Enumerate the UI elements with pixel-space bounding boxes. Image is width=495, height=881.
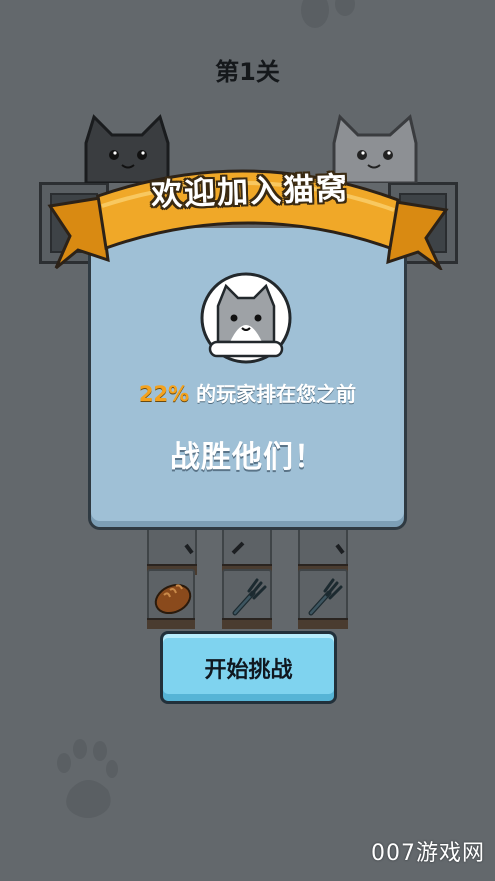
level-title: 第1关 [215,58,280,86]
rank-line: 22% 的玩家排在您之前 [88,378,407,407]
fork-icon [308,578,343,616]
watermark-text: 007游戏网 [371,841,485,866]
rank-percent: 22% [138,382,190,406]
item-tile-fork-1[interactable] [222,569,272,629]
start-challenge-button[interactable]: 开始挑战 [160,631,337,704]
rank-text: 的玩家排在您之前 [196,382,357,406]
cta-text: 战胜他们！ [170,440,325,475]
site-watermark: 007游戏网 [371,835,485,867]
paw-print-decoration-bottom-left [57,739,118,818]
paw-print-decoration-top-right [301,0,355,28]
item-tile-fork-2[interactable] [298,569,348,629]
banner-title: 欢迎加入猫窝 [150,170,350,214]
fork-icon [232,578,267,616]
item-tile-bread[interactable] [147,569,195,629]
cat-avatar [200,272,292,364]
bread-icon [154,583,192,615]
